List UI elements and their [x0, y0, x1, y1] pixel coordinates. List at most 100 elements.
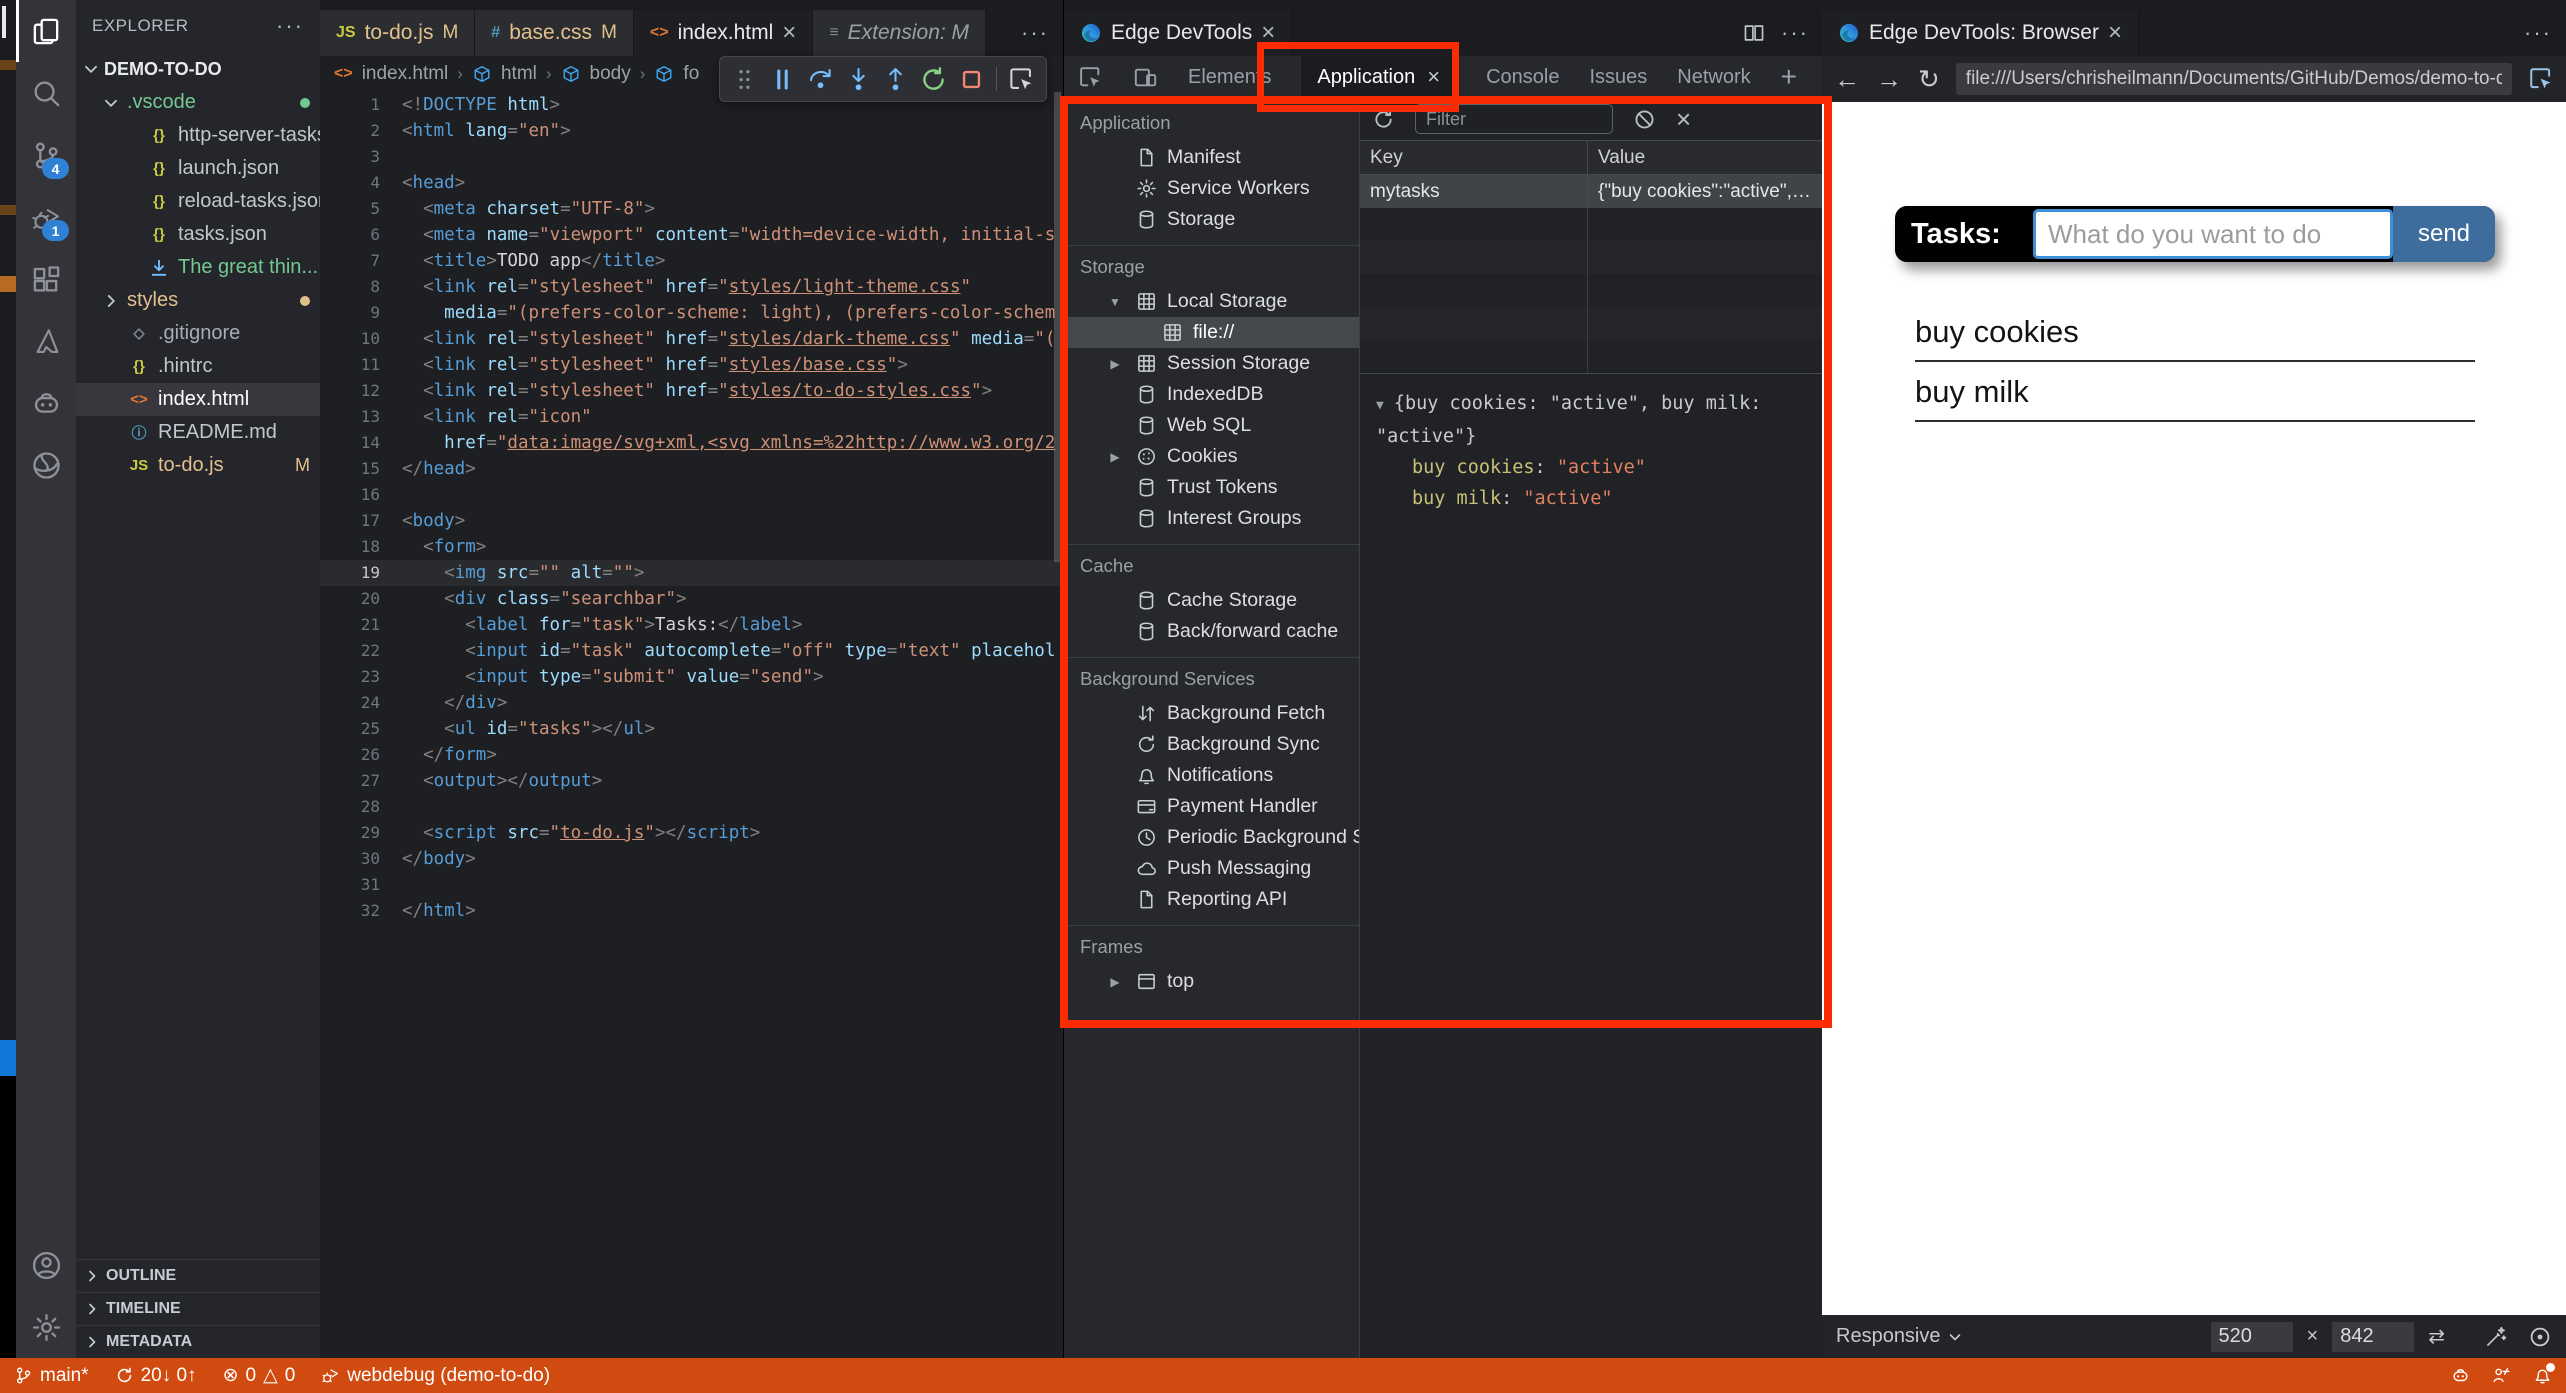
breadcrumb-item-body[interactable]: body: [590, 63, 631, 85]
screencast-icon[interactable]: [2528, 1325, 2552, 1349]
file-item-http-server-tasks-j[interactable]: {} http-server-tasks.j...: [76, 119, 320, 152]
tab-base-css[interactable]: # base.css M: [475, 10, 634, 56]
tree-item-background-sync[interactable]: Background Sync: [1064, 729, 1359, 760]
breadcrumb-item-html[interactable]: html: [501, 63, 537, 85]
todo-item-buy-milk[interactable]: buy milk: [1915, 362, 2475, 422]
sidebar-section-metadata[interactable]: METADATA: [76, 1325, 320, 1358]
tab-to-do-js[interactable]: JS to-do.js M: [320, 10, 476, 56]
device-height-input[interactable]: [2332, 1321, 2415, 1352]
activity-item-explorer[interactable]: [16, 0, 76, 62]
tree-item-manifest[interactable]: Manifest: [1064, 142, 1359, 173]
activity-item-azure[interactable]: [16, 310, 76, 372]
sync-status[interactable]: 20↓ 0↑: [115, 1365, 197, 1387]
tree-item-interest-groups[interactable]: Interest Groups: [1064, 503, 1359, 534]
send-button[interactable]: send: [2393, 206, 2495, 262]
file-item-to-do-js[interactable]: JS to-do.js M: [76, 449, 320, 482]
inspect-icon[interactable]: [2528, 66, 2554, 92]
file-item-styles[interactable]: styles: [76, 284, 320, 317]
tab-edge-devtools-browser[interactable]: Edge DevTools: Browser ×: [1822, 10, 2139, 56]
close-icon[interactable]: ×: [2108, 21, 2122, 45]
tool-tab-issues[interactable]: Issues: [1589, 66, 1647, 89]
tree-item-storage[interactable]: Storage: [1064, 204, 1359, 235]
sidebar-section-outline[interactable]: OUTLINE: [76, 1259, 320, 1292]
column-header-key[interactable]: Key: [1360, 141, 1588, 174]
tab-extension-m[interactable]: ≡ Extension: M: [813, 10, 987, 56]
more-actions-icon[interactable]: ···: [1021, 22, 1049, 44]
sidebar-section-timeline[interactable]: TIMELINE: [76, 1292, 320, 1325]
tree-item-push-messaging[interactable]: Push Messaging: [1064, 853, 1359, 884]
todo-item-buy-cookies[interactable]: buy cookies: [1915, 302, 2475, 362]
activity-item-source-control[interactable]: 4: [16, 124, 76, 186]
task-input[interactable]: [2033, 209, 2393, 259]
preview-summary-row[interactable]: ▼ {buy cookies: "active", buy milk: "acti…: [1376, 388, 1807, 452]
tab-index-html[interactable]: <> index.html ×: [633, 10, 814, 56]
tree-item-cache-storage[interactable]: Cache Storage: [1064, 585, 1359, 616]
close-icon[interactable]: ×: [1427, 64, 1440, 90]
tree-item-background-fetch[interactable]: Background Fetch: [1064, 698, 1359, 729]
refresh-icon[interactable]: [1372, 108, 1395, 131]
code-editor[interactable]: 1 <!DOCTYPE html> 2 <html lang="en"> 3 4 <head…: [320, 92, 1063, 1358]
more-actions-icon[interactable]: ···: [2524, 22, 2552, 44]
project-root[interactable]: DEMO-TO-DO: [76, 52, 320, 86]
breadcrumb-item-index-html[interactable]: index.html: [362, 63, 449, 85]
close-icon[interactable]: ×: [782, 21, 796, 45]
tree-item-local-storage[interactable]: ▼ Local Storage: [1064, 286, 1359, 317]
tree-item-file[interactable]: file://: [1064, 317, 1359, 348]
activity-item-extensions[interactable]: [16, 248, 76, 310]
device-mode-dropdown[interactable]: Responsive: [1836, 1325, 1963, 1348]
tab-edge-devtools[interactable]: Edge DevTools ×: [1064, 10, 1293, 56]
activity-item-copilot[interactable]: [16, 372, 76, 434]
breadcrumb-item-fo[interactable]: fo: [683, 63, 699, 85]
feedback-status[interactable]: [2492, 1366, 2511, 1385]
tree-item-periodic-background-sync[interactable]: Periodic Background Sync: [1064, 822, 1359, 853]
file-item-reload-tasks-json[interactable]: {} reload-tasks.json: [76, 185, 320, 218]
file-item-hintrc[interactable]: {} .hintrc: [76, 350, 320, 383]
tree-item-top[interactable]: ▶ top: [1064, 966, 1359, 997]
back-icon[interactable]: ←: [1834, 66, 1860, 92]
filter-input[interactable]: [1415, 104, 1613, 134]
activity-item-edge-tools[interactable]: [16, 434, 76, 496]
close-icon[interactable]: ×: [1261, 21, 1275, 45]
add-tool-button[interactable]: +: [1781, 61, 1797, 93]
tree-item-indexeddb[interactable]: IndexedDB: [1064, 379, 1359, 410]
notifications-bell[interactable]: [2533, 1363, 2555, 1385]
close-icon[interactable]: ×: [1676, 106, 1691, 132]
storage-row-mytasks[interactable]: mytasks {"buy cookies":"active",…: [1360, 175, 1823, 208]
device-width-input[interactable]: [2210, 1321, 2293, 1352]
activity-item-accounts[interactable]: [16, 1234, 76, 1296]
file-item-vscode[interactable]: .vscode: [76, 86, 320, 119]
column-header-value[interactable]: Value: [1588, 141, 1823, 174]
more-actions-icon[interactable]: ···: [1781, 22, 1809, 44]
more-actions-icon[interactable]: ···: [276, 15, 304, 37]
file-item-gitignore[interactable]: .gitignore: [76, 317, 320, 350]
tree-item-notifications[interactable]: Notifications: [1064, 760, 1359, 791]
reload-icon[interactable]: ↻: [1918, 66, 1940, 92]
problems-status[interactable]: ⊗ 0 △ 0: [223, 1365, 296, 1387]
debug-status[interactable]: webdebug (demo-to-do): [321, 1365, 550, 1387]
tree-item-reporting-api[interactable]: Reporting API: [1064, 884, 1359, 915]
tree-item-trust-tokens[interactable]: Trust Tokens: [1064, 472, 1359, 503]
file-item-the-great-thin[interactable]: The great thin...U: [76, 251, 320, 284]
copilot-status[interactable]: [2451, 1366, 2470, 1385]
swap-dimensions-icon[interactable]: ⇄: [2428, 1327, 2445, 1347]
tree-item-web-sql[interactable]: Web SQL: [1064, 410, 1359, 441]
tree-item-payment-handler[interactable]: Payment Handler: [1064, 791, 1359, 822]
activity-item-settings[interactable]: [16, 1296, 76, 1358]
tool-tab-application[interactable]: Application ×: [1301, 56, 1457, 98]
url-input[interactable]: [1955, 63, 2512, 95]
file-item-launch-json[interactable]: {} launch.json: [76, 152, 320, 185]
file-item-readme-md[interactable]: ⓘ README.md: [76, 416, 320, 449]
activity-item-search[interactable]: [16, 62, 76, 124]
wand-icon[interactable]: [2484, 1325, 2508, 1349]
tree-item-back-forward-cache[interactable]: Back/forward cache: [1064, 616, 1359, 647]
forward-icon[interactable]: →: [1876, 66, 1902, 92]
tool-tab-console[interactable]: Console: [1486, 66, 1559, 89]
activity-item-run-and-debug[interactable]: 1: [16, 186, 76, 248]
file-item-index-html[interactable]: <> index.html: [76, 383, 320, 416]
tree-item-cookies[interactable]: ▶ Cookies: [1064, 441, 1359, 472]
file-item-tasks-json[interactable]: {} tasks.json: [76, 218, 320, 251]
clear-icon[interactable]: [1633, 108, 1656, 131]
tool-tab-elements[interactable]: Elements: [1188, 66, 1271, 89]
tree-item-service-workers[interactable]: Service Workers: [1064, 173, 1359, 204]
tree-item-session-storage[interactable]: ▶ Session Storage: [1064, 348, 1359, 379]
